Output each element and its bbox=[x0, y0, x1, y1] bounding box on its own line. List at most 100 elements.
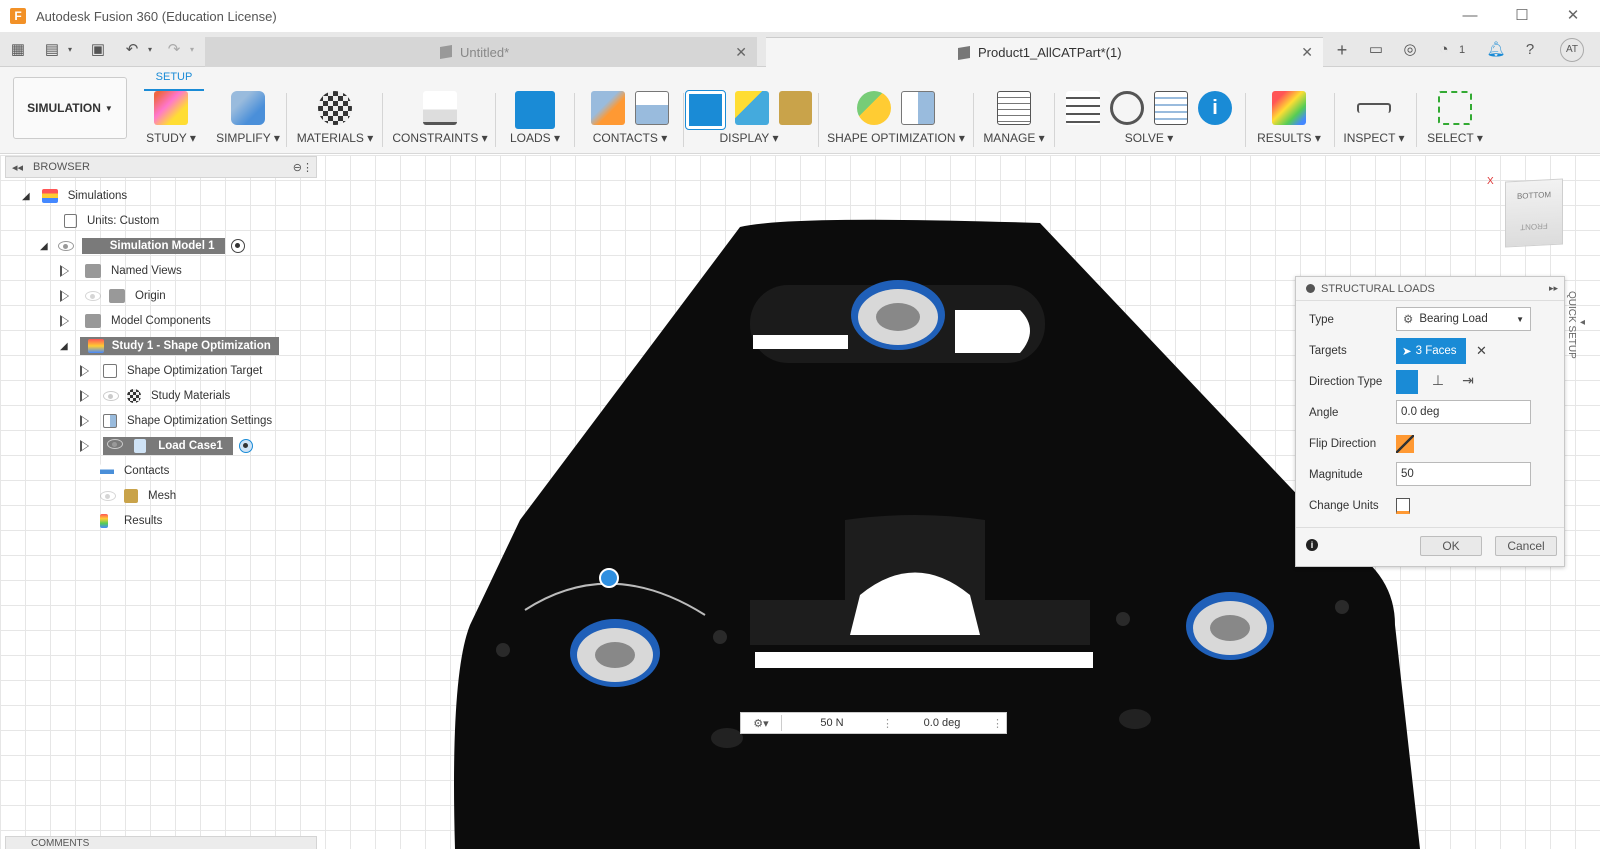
visibility-eye-icon[interactable] bbox=[100, 491, 116, 501]
dialog-info-icon[interactable]: i bbox=[1306, 539, 1318, 551]
new-tab-icon[interactable]: + bbox=[1332, 40, 1352, 60]
loads-group[interactable]: LOADS ▾ bbox=[502, 89, 568, 151]
minimize-icon[interactable]: — bbox=[1460, 6, 1480, 26]
file-dropdown-icon[interactable]: ▾ bbox=[60, 40, 80, 60]
hud-drag-handle-icon[interactable]: ⋮ bbox=[882, 717, 893, 730]
select-group[interactable]: SELECT ▾ bbox=[1420, 89, 1490, 151]
tree-item-shape-optimization-target[interactable]: Shape Optimization Target bbox=[80, 360, 262, 382]
angle-direction-icon[interactable] bbox=[1396, 370, 1418, 394]
workspace-switcher-button[interactable]: SIMULATION ▼ bbox=[13, 77, 127, 139]
redo-dropdown-icon[interactable]: ▾ bbox=[182, 40, 202, 60]
tree-item-results[interactable]: Results bbox=[100, 510, 162, 532]
contacts-group[interactable]: CONTACTS ▾ bbox=[582, 89, 678, 151]
expanded-arrow-icon[interactable]: ◢ bbox=[60, 341, 68, 352]
bearing-top[interactable] bbox=[851, 280, 945, 350]
bearing-load-icon[interactable]: ⚙︎▾ bbox=[741, 717, 781, 730]
cancel-button[interactable]: Cancel bbox=[1495, 536, 1557, 556]
maximize-icon[interactable]: ☐ bbox=[1512, 6, 1532, 26]
tab-product1[interactable]: Product1_AllCATPart*(1) ✕ bbox=[766, 37, 1323, 67]
close-window-icon[interactable]: ✕ bbox=[1563, 6, 1583, 26]
hud-magnitude-input[interactable]: 50 N bbox=[782, 717, 882, 729]
tree-item-origin[interactable]: Origin bbox=[60, 285, 166, 307]
undo-dropdown-icon[interactable]: ▾ bbox=[140, 40, 160, 60]
viewcube-top-face[interactable]: BOTTOM bbox=[1506, 190, 1562, 202]
tab-setup[interactable]: SETUP bbox=[144, 69, 204, 91]
collapsed-arrow-icon[interactable] bbox=[60, 265, 69, 277]
close-tab-icon[interactable]: ✕ bbox=[1301, 44, 1313, 61]
extensions-icon[interactable]: ◎ bbox=[1400, 40, 1420, 60]
expanded-arrow-icon[interactable]: ◢ bbox=[40, 241, 48, 252]
tree-item-simulation-model[interactable]: ◢ Simulation Model 1 bbox=[40, 235, 245, 257]
comments-icon[interactable]: ▭ bbox=[1366, 40, 1386, 60]
collapsed-arrow-icon[interactable] bbox=[80, 365, 89, 377]
help-icon[interactable]: ? bbox=[1520, 40, 1540, 60]
study-group[interactable]: STUDY ▾ bbox=[140, 89, 202, 151]
quick-setup-tab[interactable]: ◂ QUICK SETUP bbox=[1566, 280, 1588, 370]
collapsed-arrow-icon[interactable] bbox=[80, 440, 89, 452]
normal-direction-icon[interactable]: ⇥ bbox=[1458, 372, 1478, 392]
bearing-right[interactable] bbox=[1186, 592, 1274, 660]
close-tab-icon[interactable]: ✕ bbox=[735, 44, 747, 61]
flip-direction-icon[interactable] bbox=[1396, 435, 1414, 453]
tab-untitled[interactable]: Untitled* ✕ bbox=[205, 37, 757, 67]
clear-selection-icon[interactable]: ✕ bbox=[1476, 343, 1487, 359]
collapsed-arrow-icon[interactable] bbox=[80, 390, 89, 402]
constraints-group[interactable]: CONSTRAINTS ▾ bbox=[390, 89, 490, 151]
collapsed-arrow-icon[interactable] bbox=[80, 415, 89, 427]
vector-components-icon[interactable]: ⊥ bbox=[1428, 372, 1448, 392]
activate-radio-icon[interactable] bbox=[238, 439, 253, 453]
activate-radio-icon[interactable] bbox=[230, 239, 245, 253]
notifications-icon[interactable]: 🔔︎ bbox=[1486, 40, 1506, 60]
results-group[interactable]: RESULTS ▾ bbox=[1250, 89, 1328, 151]
change-units-icon[interactable] bbox=[1396, 498, 1410, 514]
tree-item-shape-optimization-settings[interactable]: Shape Optimization Settings bbox=[80, 410, 272, 432]
user-avatar[interactable]: AT bbox=[1560, 38, 1584, 62]
collapsed-arrow-icon[interactable] bbox=[60, 290, 69, 302]
view-cube[interactable]: BOTTOM FRONT bbox=[1505, 178, 1563, 248]
tree-item-units[interactable]: Units: Custom bbox=[64, 210, 159, 232]
browser-minimize-icon[interactable]: ⊖ bbox=[293, 161, 302, 174]
type-select[interactable]: ⚙︎ Bearing Load ▼ bbox=[1396, 307, 1531, 333]
dialog-header[interactable]: STRUCTURAL LOADS ▸▸ bbox=[1296, 277, 1564, 301]
targets-selector[interactable]: ➤ 3 Faces ✕ bbox=[1396, 338, 1487, 364]
collapsed-arrow-icon[interactable] bbox=[60, 315, 69, 327]
tree-item-model-components[interactable]: Model Components bbox=[60, 310, 211, 332]
comments-panel-header[interactable]: COMMENTS bbox=[5, 836, 317, 849]
inspect-group[interactable]: INSPECT ▾ bbox=[1338, 89, 1410, 151]
solve-group[interactable]: i SOLVE ▾ bbox=[1060, 89, 1238, 151]
save-icon[interactable]: ▣ bbox=[88, 40, 108, 60]
simplify-group[interactable]: SIMPLIFY ▾ bbox=[212, 89, 284, 151]
direction-handle[interactable] bbox=[599, 568, 619, 588]
display-group[interactable]: DISPLAY ▾ bbox=[684, 89, 812, 151]
hud-angle-input[interactable]: 0.0 deg bbox=[892, 717, 992, 729]
angle-input[interactable]: 0.0 deg bbox=[1396, 400, 1531, 424]
collapse-panel-icon[interactable]: ◂◂ bbox=[12, 161, 23, 174]
viewcube-front-face[interactable]: FRONT bbox=[1506, 221, 1562, 233]
dialog-expand-icon[interactable]: ▸▸ bbox=[1549, 283, 1558, 294]
magnitude-input[interactable]: 50 bbox=[1396, 462, 1531, 486]
redo-icon[interactable]: ↷ bbox=[164, 40, 184, 60]
bearing-left[interactable] bbox=[570, 619, 660, 687]
visibility-eye-icon[interactable] bbox=[57, 241, 74, 251]
undo-icon[interactable]: ↶ bbox=[122, 40, 142, 60]
file-menu-icon[interactable]: ▤ bbox=[42, 40, 62, 60]
shape-optimization-group[interactable]: SHAPE OPTIMIZATION ▾ bbox=[826, 89, 966, 151]
hud-drag-handle-icon[interactable]: ⋮ bbox=[992, 717, 1003, 730]
tree-item-named-views[interactable]: Named Views bbox=[60, 260, 182, 282]
tree-item-study-1[interactable]: ◢ Study 1 - Shape Optimization bbox=[60, 335, 279, 357]
targets-selection-button[interactable]: ➤ 3 Faces bbox=[1396, 338, 1466, 364]
visibility-eye-icon[interactable] bbox=[103, 391, 119, 401]
angle-field[interactable]: 0.0 deg bbox=[1396, 400, 1531, 426]
tree-item-simulations[interactable]: ◢ Simulations bbox=[22, 185, 127, 207]
apps-grid-icon[interactable]: ▦ bbox=[8, 40, 28, 60]
dialog-collapse-icon[interactable] bbox=[1306, 284, 1315, 293]
browser-pin-icon[interactable]: ⋮ bbox=[302, 161, 313, 174]
tree-item-load-case[interactable]: Load Case1 bbox=[80, 435, 253, 457]
tree-item-contacts[interactable]: Contacts bbox=[100, 460, 169, 482]
job-status-icon[interactable]: ◔ bbox=[1434, 40, 1454, 60]
materials-group[interactable]: MATERIALS ▾ bbox=[293, 89, 377, 151]
manage-group[interactable]: MANAGE ▾ bbox=[980, 89, 1048, 151]
ok-button[interactable]: OK bbox=[1420, 536, 1482, 556]
magnitude-field[interactable]: 50 bbox=[1396, 462, 1531, 488]
tree-item-study-materials[interactable]: Study Materials bbox=[80, 385, 230, 407]
